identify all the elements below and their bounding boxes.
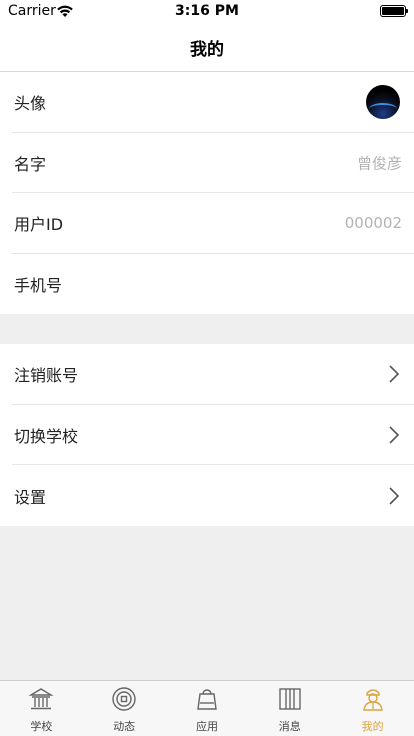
tab-activity[interactable]: 动态 (83, 681, 166, 736)
tab-bar: 学校 动态 应用 消息 我的 (0, 680, 414, 736)
profile-icon (362, 689, 383, 711)
account-actions-group: 注销账号 切换学校 设置 (0, 344, 414, 526)
navigation-bar: 我的 (0, 22, 414, 72)
tab-profile[interactable]: 我的 (331, 681, 414, 736)
deactivate-account-row[interactable]: 注销账号 (0, 344, 414, 405)
user-id-value: 000002 (344, 214, 402, 233)
chevron-right-icon (389, 487, 400, 505)
user-id-label: 用户ID (14, 215, 64, 235)
settings-label: 设置 (14, 487, 47, 507)
tab-label: 我的 (361, 720, 384, 733)
phone-label: 手机号 (14, 275, 63, 295)
clock: 3:16 PM (175, 3, 239, 19)
avatar-label: 头像 (14, 94, 47, 114)
avatar-row[interactable]: 头像 (0, 72, 414, 133)
school-icon (28, 688, 54, 710)
chevron-right-icon (389, 365, 400, 383)
phone-row[interactable]: 手机号 (0, 254, 414, 315)
name-row[interactable]: 名字 曾俊彦 (0, 133, 414, 193)
name-label: 名字 (14, 154, 47, 174)
page-title: 我的 (190, 40, 224, 60)
chevron-right-icon (389, 426, 400, 444)
profile-group: 头像 名字 曾俊彦 用户ID 000002 手机号 (0, 72, 414, 314)
user-id-row: 用户ID 000002 (0, 193, 414, 254)
tab-label: 消息 (278, 720, 301, 733)
switch-school-row[interactable]: 切换学校 (0, 405, 414, 466)
tab-messages[interactable]: 消息 (248, 681, 331, 736)
tab-apps[interactable]: 应用 (166, 681, 249, 736)
tab-label: 学校 (30, 720, 53, 733)
name-value: 曾俊彦 (356, 154, 402, 173)
messages-icon (279, 688, 301, 710)
avatar[interactable] (366, 85, 400, 120)
battery-icon (380, 5, 408, 17)
tab-label: 动态 (113, 720, 136, 733)
switch-school-label: 切换学校 (14, 427, 79, 447)
deactivate-account-label: 注销账号 (14, 366, 79, 386)
settings-row[interactable]: 设置 (0, 465, 414, 526)
tab-label: 应用 (195, 720, 218, 733)
status-bar: Carrier 3:16 PM (0, 0, 414, 22)
apps-icon (197, 689, 217, 710)
tab-school[interactable]: 学校 (0, 681, 83, 736)
activity-icon (112, 687, 136, 711)
